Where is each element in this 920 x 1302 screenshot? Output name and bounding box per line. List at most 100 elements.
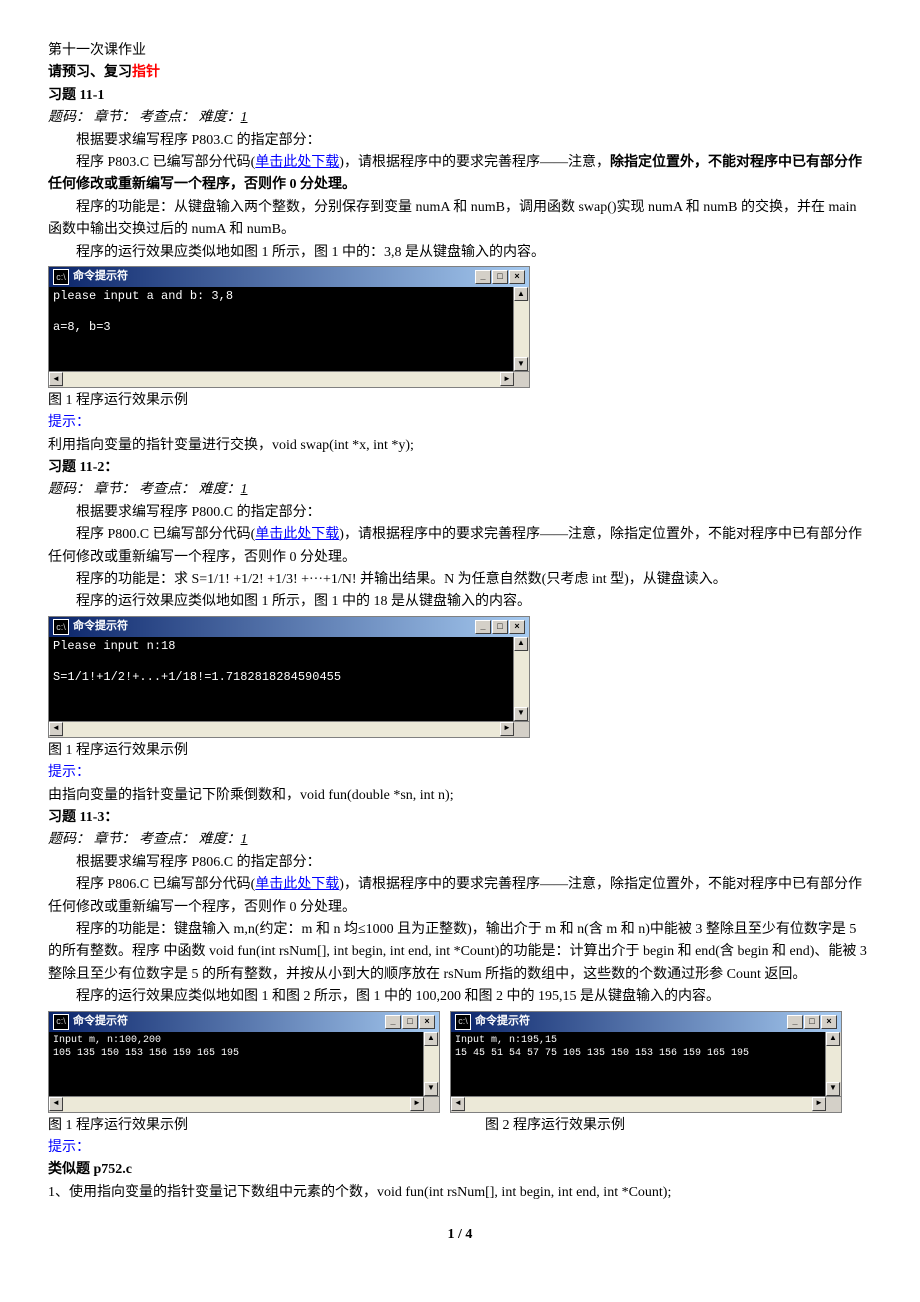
console-window-1: c:\ 命令提示符 _ □ × please input a and b: 3,… — [48, 266, 530, 388]
ex11-2-hint: 由指向变量的指针变量记下阶乘倒数和，void fun(double *sn, i… — [48, 785, 872, 807]
console-output: please input a and b: 3,8 a=8, b=3 — [49, 287, 513, 371]
ex11-1-title: 习题 11-1 — [48, 85, 872, 107]
ex11-2-difficulty: 1 — [241, 482, 248, 497]
console-window-3a: c:\ 命令提示符 _ □ × Input m, n:100,200 105 1… — [48, 1011, 440, 1113]
scroll-down-icon[interactable]: ▼ — [514, 357, 528, 371]
console-output: Input m, n:100,200 105 135 150 153 156 1… — [49, 1032, 423, 1096]
ex11-2-p2a: 程序 P800.C 已编写部分代码( — [76, 527, 255, 542]
scroll-left-icon[interactable]: ◄ — [451, 1097, 465, 1111]
doc-header: 第十一次课作业 — [48, 40, 872, 62]
minimize-icon[interactable]: _ — [475, 270, 491, 284]
scroll-up-icon[interactable]: ▲ — [826, 1032, 840, 1046]
maximize-icon[interactable]: □ — [804, 1015, 820, 1029]
ex11-2-meta-text: 题码： 章节： 考查点： 难度： — [48, 482, 241, 497]
ex11-1-hint: 利用指向变量的指针变量进行交换，void swap(int *x, int *y… — [48, 435, 872, 457]
horizontal-scrollbar[interactable]: ◄ ► — [49, 371, 529, 387]
minimize-icon[interactable]: _ — [475, 620, 491, 634]
vertical-scrollbar[interactable]: ▲ ▼ — [825, 1032, 841, 1096]
ex11-3-title: 习题 11-3： — [48, 807, 872, 829]
ex11-1-p2b: )，请根据程序中的要求完善程序——注意， — [339, 155, 610, 170]
ex11-1-p4: 程序的运行效果应类似地如图 1 所示，图 1 中的：3,8 是从键盘输入的内容。 — [48, 242, 872, 264]
vertical-scrollbar[interactable]: ▲ ▼ — [423, 1032, 439, 1096]
scroll-left-icon[interactable]: ◄ — [49, 1097, 63, 1111]
download-link[interactable]: 单击此处下载 — [255, 527, 339, 542]
scroll-down-icon[interactable]: ▼ — [826, 1082, 840, 1096]
review-prefix: 请预习、复习 — [48, 65, 132, 80]
ex11-3-difficulty: 1 — [241, 832, 248, 847]
ex11-3-meta: 题码： 章节： 考查点： 难度：1 — [48, 829, 872, 851]
ex11-3-p2a: 程序 P806.C 已编写部分代码( — [76, 877, 255, 892]
console-window-2: c:\ 命令提示符 _ □ × Please input n:18 S=1/1!… — [48, 616, 530, 738]
console-titlebar: c:\ 命令提示符 _ □ × — [49, 267, 529, 287]
scroll-down-icon[interactable]: ▼ — [514, 707, 528, 721]
minimize-icon[interactable]: _ — [385, 1015, 401, 1029]
maximize-icon[interactable]: □ — [492, 620, 508, 634]
ex11-1-p2: 程序 P803.C 已编写部分代码(单击此处下载)，请根据程序中的要求完善程序—… — [48, 152, 872, 197]
ex11-2-fig1-caption: 图 1 程序运行效果示例 — [48, 740, 872, 762]
console-title: 命令提示符 — [73, 1013, 385, 1031]
console-output: Please input n:18 S=1/1!+1/2!+...+1/18!=… — [49, 637, 513, 721]
ex11-1-p1: 根据要求编写程序 P803.C 的指定部分： — [48, 130, 872, 152]
ex11-3-p3: 程序的功能是：键盘输入 m,n(约定：m 和 n 均≤1000 且为正整数)，输… — [48, 919, 872, 986]
close-icon[interactable]: × — [509, 270, 525, 284]
ex11-1-p2a: 程序 P803.C 已编写部分代码( — [76, 155, 255, 170]
ex11-1-meta-text: 题码： 章节： 考查点： 难度： — [48, 110, 241, 125]
console-title: 命令提示符 — [73, 618, 475, 636]
ex11-2-meta: 题码： 章节： 考查点： 难度：1 — [48, 479, 872, 501]
console-title: 命令提示符 — [475, 1013, 787, 1031]
ex11-2-p2: 程序 P800.C 已编写部分代码(单击此处下载)，请根据程序中的要求完善程序—… — [48, 524, 872, 569]
review-topic: 指针 — [132, 65, 160, 80]
console-titlebar: c:\ 命令提示符 _ □ × — [49, 617, 529, 637]
minimize-icon[interactable]: _ — [787, 1015, 803, 1029]
ex11-1-fig1-caption: 图 1 程序运行效果示例 — [48, 390, 872, 412]
download-link[interactable]: 单击此处下载 — [255, 155, 339, 170]
console-title: 命令提示符 — [73, 268, 475, 286]
hint-label: 提示： — [48, 412, 872, 434]
scroll-up-icon[interactable]: ▲ — [424, 1032, 438, 1046]
ex11-1-difficulty: 1 — [241, 110, 248, 125]
scroll-down-icon[interactable]: ▼ — [424, 1082, 438, 1096]
download-link[interactable]: 单击此处下载 — [255, 877, 339, 892]
ex11-3-p4: 程序的运行效果应类似地如图 1 和图 2 所示，图 1 中的 100,200 和… — [48, 986, 872, 1008]
similar-problem: 类似题 p752.c — [48, 1159, 872, 1181]
maximize-icon[interactable]: □ — [402, 1015, 418, 1029]
scroll-up-icon[interactable]: ▲ — [514, 287, 528, 301]
ex11-3-p2: 程序 P806.C 已编写部分代码(单击此处下载)，请根据程序中的要求完善程序—… — [48, 874, 872, 919]
ex11-2-p3: 程序的功能是：求 S=1/1! +1/2! +1/3! +···+1/N! 并输… — [48, 569, 872, 591]
scroll-right-icon[interactable]: ► — [812, 1097, 826, 1111]
vertical-scrollbar[interactable]: ▲ ▼ — [513, 637, 529, 721]
ex11-2-title: 习题 11-2： — [48, 457, 872, 479]
console-icon: c:\ — [53, 269, 69, 285]
console-icon: c:\ — [455, 1014, 471, 1030]
ex11-2-p4: 程序的运行效果应类似地如图 1 所示，图 1 中的 18 是从键盘输入的内容。 — [48, 591, 872, 613]
horizontal-scrollbar[interactable]: ◄ ► — [49, 1096, 439, 1112]
page-number: 1 / 4 — [48, 1224, 872, 1246]
console-titlebar: c:\ 命令提示符 _ □ × — [451, 1012, 841, 1032]
scroll-left-icon[interactable]: ◄ — [49, 372, 63, 386]
close-icon[interactable]: × — [419, 1015, 435, 1029]
console-icon: c:\ — [53, 619, 69, 635]
close-icon[interactable]: × — [821, 1015, 837, 1029]
ex11-3-hint: 1、使用指向变量的指针变量记下数组中元素的个数，void fun(int rsN… — [48, 1182, 872, 1204]
scroll-right-icon[interactable]: ► — [410, 1097, 424, 1111]
scroll-right-icon[interactable]: ► — [500, 722, 514, 736]
console-icon: c:\ — [53, 1014, 69, 1030]
vertical-scrollbar[interactable]: ▲ ▼ — [513, 287, 529, 371]
ex11-1-meta: 题码： 章节： 考查点： 难度：1 — [48, 107, 872, 129]
close-icon[interactable]: × — [509, 620, 525, 634]
ex11-3-fig2-caption: 图 2 程序运行效果示例 — [435, 1115, 872, 1137]
console-output: Input m, n:195,15 15 45 51 54 57 75 105 … — [451, 1032, 825, 1096]
scroll-left-icon[interactable]: ◄ — [49, 722, 63, 736]
console-titlebar: c:\ 命令提示符 _ □ × — [49, 1012, 439, 1032]
hint-label: 提示： — [48, 1137, 872, 1159]
hint-label: 提示： — [48, 762, 872, 784]
scroll-right-icon[interactable]: ► — [500, 372, 514, 386]
horizontal-scrollbar[interactable]: ◄ ► — [451, 1096, 841, 1112]
ex11-1-p3: 程序的功能是：从键盘输入两个整数，分别保存到变量 numA 和 numB，调用函… — [48, 197, 872, 242]
scroll-up-icon[interactable]: ▲ — [514, 637, 528, 651]
ex11-2-p1: 根据要求编写程序 P800.C 的指定部分： — [48, 502, 872, 524]
ex11-3-fig1-caption: 图 1 程序运行效果示例 — [48, 1115, 435, 1137]
review-line: 请预习、复习指针 — [48, 62, 872, 84]
maximize-icon[interactable]: □ — [492, 270, 508, 284]
horizontal-scrollbar[interactable]: ◄ ► — [49, 721, 529, 737]
